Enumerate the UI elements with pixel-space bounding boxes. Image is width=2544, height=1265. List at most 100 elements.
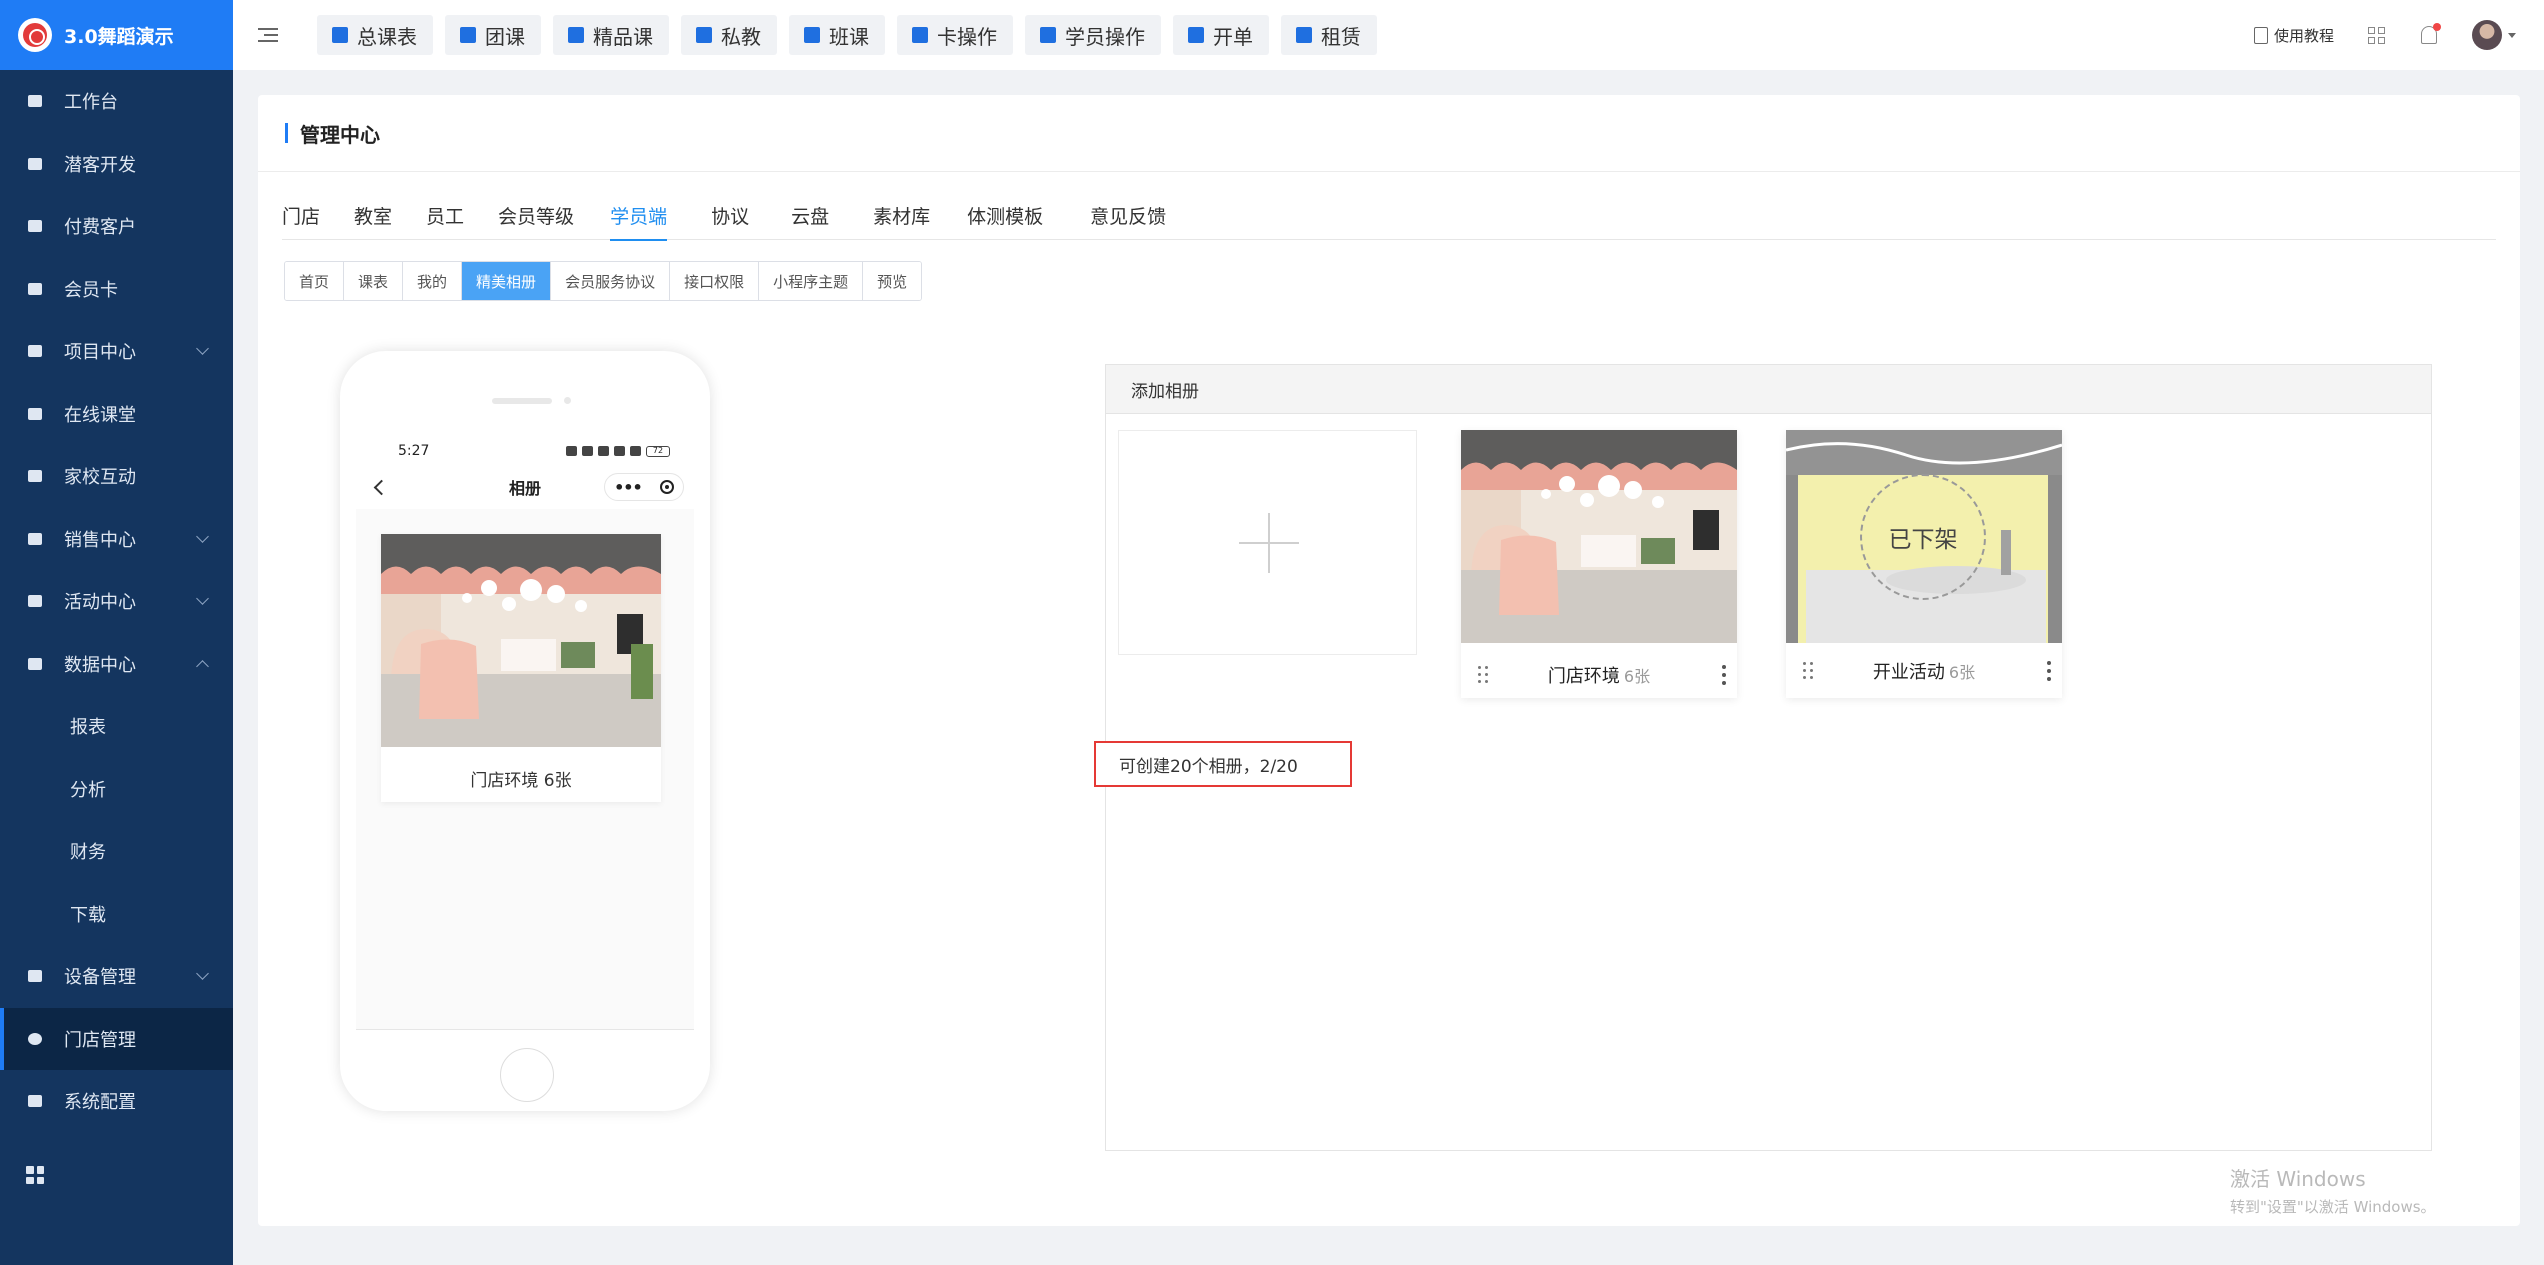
phone-status-bar: 5:27 72 [356,437,694,465]
subtab-mine[interactable]: 我的 [403,262,463,300]
eye-icon [566,446,577,456]
subtab-home[interactable]: 首页 [285,262,345,300]
phone-speaker [492,398,552,404]
chevron-up-icon [196,659,209,673]
windows-activation-watermark: 激活 Windows 转到"设置"以激活 Windows。 [2230,1163,2436,1217]
sidebar-subitem-download[interactable]: 下载 [0,883,233,946]
card-icon [912,27,928,43]
tab-cloud-drive[interactable]: 云盘 [791,190,829,240]
sidebar-item-sales[interactable]: 销售中心 [0,508,233,571]
pie-chart-icon [26,656,44,672]
phone-album-card[interactable]: 门店环境 6张 [381,534,661,802]
add-album-button[interactable] [1118,430,1417,655]
top-nav: 总课表 团课 精品课 私教 班课 卡操作 学员操作 开单 租赁 [317,15,1377,55]
card-header: 管理中心 [258,95,2520,172]
drag-handle-icon[interactable] [1803,662,1813,680]
tab-agreement[interactable]: 协议 [711,190,749,240]
tab-store[interactable]: 门店 [282,190,320,240]
album-limit-hint: 可创建20个相册，2/20 [1094,741,1352,787]
help-tutorial-link[interactable]: 使用教程 [2253,25,2334,46]
phone-screen: 5:27 72 相册 ••• 门店环境 6张 [356,437,694,1030]
topnav-schedule-button[interactable]: 总课表 [317,15,433,55]
sidebar-item-activities[interactable]: 活动中心 [0,570,233,633]
close-target-icon[interactable] [659,480,674,494]
page-title: 管理中心 [300,122,380,147]
apps-grid-icon[interactable] [26,1166,44,1184]
bell-icon[interactable] [2421,23,2441,44]
tag-icon [26,531,44,547]
caret-down-icon[interactable] [2508,32,2516,38]
plus-icon-vertical [1268,513,1270,573]
title-accent-bar [285,123,288,143]
sidebar-subitem-analysis[interactable]: 分析 [0,758,233,821]
tab-classroom[interactable]: 教室 [354,190,392,240]
sidebar-item-projects[interactable]: 项目中心 [0,320,233,383]
topnav-class-button[interactable]: 班课 [789,15,885,55]
status-icons: 72 [566,445,670,457]
list-icon [26,343,44,359]
sidebar-item-workbench[interactable]: 工作台 [0,70,233,133]
avatar[interactable] [2472,20,2502,50]
topnav-open-order-button[interactable]: 开单 [1173,15,1269,55]
subtab-miniprogram-theme[interactable]: 小程序主题 [759,262,864,300]
sidebar-item-paid-customers[interactable]: 付费客户 [0,195,233,258]
topnav-premium-class-button[interactable]: 精品课 [553,15,669,55]
building-icon [1296,27,1312,43]
tab-staff[interactable]: 员工 [426,190,464,240]
sidebar-item-label: 工作台 [64,92,118,114]
album-card-store-environment[interactable]: 门店环境 6张 [1461,430,1737,698]
user-icon [1040,27,1056,43]
users-icon [696,27,712,43]
back-arrow-icon[interactable] [373,479,390,496]
album-card-footer: 门店环境 6张 [1461,647,1737,702]
sidebar-item-online-class[interactable]: 在线课堂 [0,383,233,446]
subtab-schedule[interactable]: 课表 [344,262,404,300]
sidebar-item-devices[interactable]: 设备管理 [0,945,233,1008]
tab-member-level[interactable]: 会员等级 [498,190,574,240]
subtab-member-agreement[interactable]: 会员服务协议 [551,262,671,300]
topnav-group-class-button[interactable]: 团课 [445,15,541,55]
topnav-card-operation-button[interactable]: 卡操作 [897,15,1013,55]
tab-fitness-template[interactable]: 体测模板 [967,190,1043,240]
chevron-down-icon [196,967,209,980]
more-vertical-icon[interactable] [2047,661,2051,681]
more-vertical-icon[interactable] [1722,665,1726,685]
topnav-rental-button[interactable]: 租赁 [1281,15,1377,55]
album-panel: 添加相册 可创建20个相册，2/20 门店环境 6张 已下架 开业活动 6张 [1094,364,2432,1151]
tab-materials[interactable]: 素材库 [873,190,930,240]
miniprogram-capsule[interactable]: ••• [604,473,684,501]
sidebar-item-system-settings[interactable]: 系统配置 [0,1070,233,1133]
drag-handle-icon[interactable] [1478,666,1488,684]
sidebar-item-store-management[interactable]: 门店管理 [0,1007,233,1070]
subtab-api-permissions[interactable]: 接口权限 [670,262,760,300]
topnav-student-operation-button[interactable]: 学员操作 [1025,15,1161,55]
sidebar-subitem-reports[interactable]: 报表 [0,695,233,758]
brand-logo-icon [18,18,52,52]
book-icon [460,27,476,43]
top-right-tools: 使用教程 [2253,20,2516,50]
sidebar-item-prospects[interactable]: 潜客开发 [0,133,233,196]
receipt-icon [1188,27,1204,43]
brand[interactable]: 3.0舞蹈演示 [0,0,233,70]
subtab-photo-album[interactable]: 精美相册 [462,262,552,300]
sidebar-item-data-center[interactable]: 数据中心 [0,633,233,696]
subtab-preview[interactable]: 预览 [863,262,922,300]
album-card-opening-event[interactable]: 已下架 开业活动 6张 [1786,430,2062,698]
sidebar-subitem-finance[interactable]: 财务 [0,820,233,883]
top-bar: 总课表 团课 精品课 私教 班课 卡操作 学员操作 开单 租赁 使用教程 [233,0,2544,70]
status-time: 5:27 [398,443,430,459]
tab-feedback[interactable]: 意见反馈 [1090,190,1166,240]
sidebar-item-membership-card[interactable]: 会员卡 [0,258,233,321]
qrcode-icon[interactable] [2368,26,2385,44]
sidebar-item-home-school[interactable]: 家校互动 [0,445,233,508]
topnav-private-coach-button[interactable]: 私教 [681,15,777,55]
sidebar-item-label: 销售中心 [64,529,136,551]
collapse-menu-icon[interactable] [258,28,278,42]
sidebar-item-label: 门店管理 [64,1029,136,1051]
book-icon [2253,26,2268,44]
album-count: 6张 [1623,666,1651,686]
sidebar-item-label: 项目中心 [64,342,136,364]
vibrate-icon [598,446,609,456]
tab-student-app[interactable]: 学员端 [610,190,668,241]
more-dots-icon[interactable]: ••• [614,478,643,497]
